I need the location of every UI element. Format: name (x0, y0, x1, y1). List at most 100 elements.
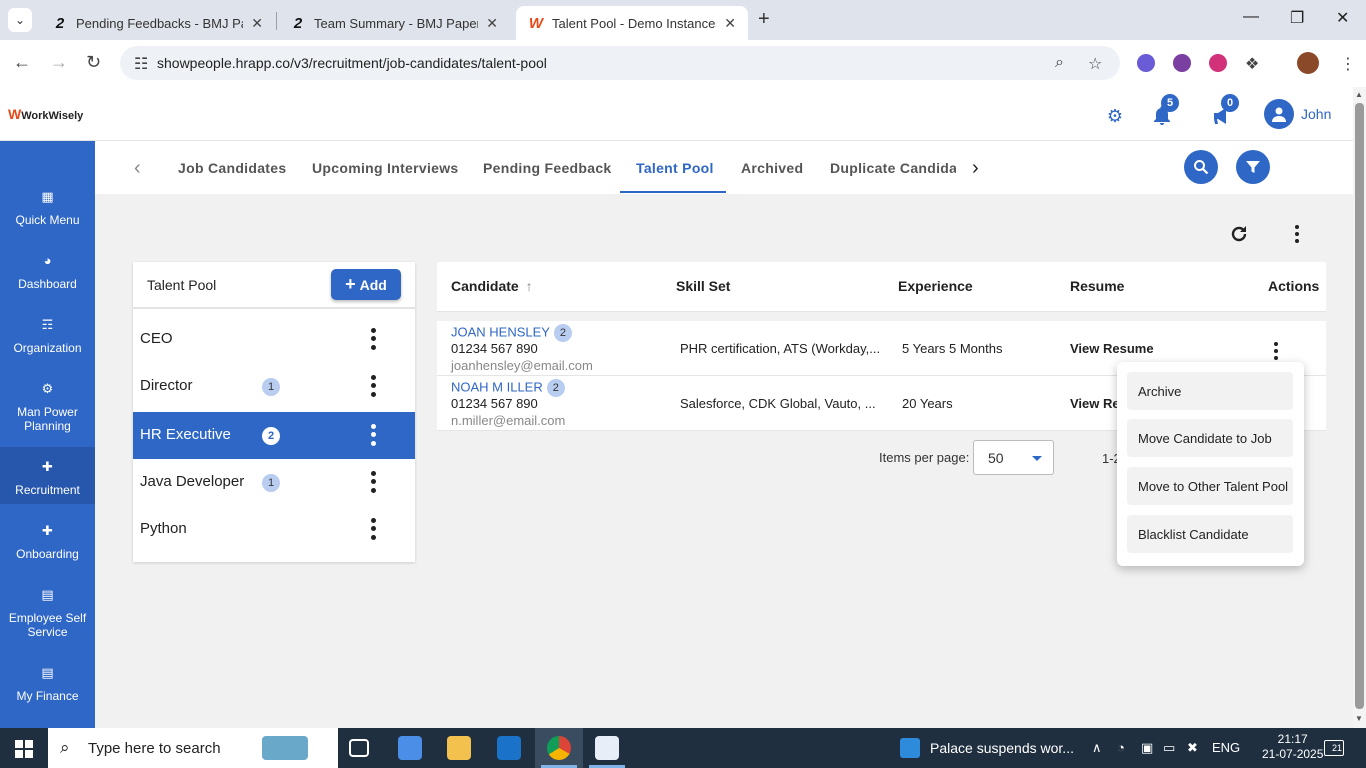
scroll-up-icon[interactable]: ▲ (1355, 90, 1363, 99)
reload-icon[interactable]: ↻ (86, 52, 101, 73)
chevron-left-icon[interactable]: ‹ (134, 157, 141, 180)
extension-icon[interactable] (1173, 54, 1191, 72)
window-close-icon[interactable]: ✕ (1336, 8, 1349, 28)
notification-center-icon[interactable]: 21 (1324, 740, 1344, 756)
copilot-icon[interactable] (398, 736, 422, 760)
tab-duplicate-candidates[interactable]: Duplicate Candidat (830, 160, 956, 176)
menu-item-blacklist[interactable]: Blacklist Candidate (1127, 515, 1293, 553)
sidebar-item-quick-menu[interactable]: ▦ Quick Menu (0, 189, 95, 228)
volume-muted-icon[interactable]: ✖ (1187, 740, 1198, 756)
windows-start-icon[interactable] (15, 740, 33, 758)
pool-kebab-icon[interactable] (367, 469, 379, 495)
maximize-icon[interactable]: ❐ (1290, 8, 1304, 28)
taskbar-clock[interactable]: 21:17 21-07-2025 (1262, 732, 1323, 762)
pool-kebab-icon[interactable] (367, 373, 379, 399)
settings-gears-icon[interactable]: ⚙ (1103, 104, 1127, 128)
pool-item-director[interactable]: Director 1 (133, 363, 415, 410)
sidebar-item-employee-self-service[interactable]: ▤ Employee Self Service (0, 587, 95, 640)
scroll-down-icon[interactable]: ▼ (1355, 714, 1363, 723)
browser-tab-talent-pool[interactable]: W Talent Pool - Demo Instances | H ✕ (516, 6, 748, 40)
tab-pending-feedback[interactable]: Pending Feedback (483, 160, 612, 176)
close-icon[interactable]: ✕ (724, 15, 736, 32)
url-text[interactable]: showpeople.hrapp.co/v3/recruitment/job-c… (157, 55, 547, 71)
close-icon[interactable]: ✕ (486, 15, 498, 32)
pool-kebab-icon[interactable] (367, 516, 379, 542)
puzzle-icon[interactable]: ❖ (1245, 54, 1259, 74)
tab-job-candidates[interactable]: Job Candidates (178, 160, 286, 176)
tab-separator (276, 12, 277, 30)
browser-tab-team-summary[interactable]: 2 Team Summary - BMJ Paperpac ✕ (278, 6, 510, 40)
file-explorer-icon[interactable] (447, 736, 471, 760)
view-resume-link[interactable]: View Re (1070, 396, 1120, 411)
browser-menu-icon[interactable]: ⋮ (1340, 54, 1356, 74)
minimize-icon[interactable]: — (1243, 8, 1259, 26)
chrome-icon[interactable] (547, 736, 571, 760)
refresh-button[interactable] (1229, 224, 1249, 250)
extension-icon[interactable] (1137, 54, 1155, 72)
pool-item-python[interactable]: Python (133, 506, 415, 553)
device-icon[interactable]: ▣ (1141, 740, 1153, 756)
app-logo[interactable]: WWorkWisely (8, 106, 83, 122)
sidebar-item-my-finance[interactable]: ▤ My Finance (0, 665, 95, 704)
close-icon[interactable]: ✕ (251, 15, 263, 32)
forward-arrow-icon[interactable]: → (50, 52, 68, 73)
menu-item-move-to-job[interactable]: Move Candidate to Job (1127, 419, 1293, 457)
tab-list-chevron-icon[interactable]: ⌄ (8, 8, 32, 32)
row-actions-kebab-icon[interactable] (1272, 341, 1280, 361)
pool-item-hr-executive[interactable]: HR Executive 2 (133, 412, 415, 459)
search-button[interactable] (1184, 150, 1218, 184)
filter-button[interactable] (1236, 150, 1270, 184)
zoom-icon[interactable]: ⌕ (1055, 54, 1064, 72)
sidebar-item-dashboard[interactable]: ◕ Dashboard (0, 253, 95, 292)
user-avatar[interactable] (1264, 99, 1294, 129)
profile-avatar[interactable] (1297, 52, 1319, 74)
pool-kebab-icon[interactable] (367, 326, 379, 352)
network-icon[interactable]: ◔ (1117, 740, 1125, 755)
back-arrow-icon[interactable]: ← (13, 52, 31, 73)
candidate-name-link[interactable]: JOAN HENSLEY 2 (451, 324, 572, 342)
travel-widget-icon[interactable] (262, 736, 308, 760)
column-header-candidate[interactable]: Candidate ↑ (451, 278, 533, 294)
taskbar-search-placeholder[interactable]: Type here to search (88, 740, 221, 757)
sidebar-item-recruitment[interactable]: ✚ Recruitment (0, 447, 95, 504)
items-per-page-select[interactable]: 50 (973, 440, 1054, 475)
pool-item-java-developer[interactable]: Java Developer 1 (133, 459, 415, 506)
bookmark-star-icon[interactable]: ☆ (1088, 54, 1102, 74)
add-pool-button[interactable]: + Add (331, 269, 401, 300)
candidate-name-link[interactable]: NOAH M ILLER 2 (451, 379, 565, 397)
cloud-app-icon[interactable] (595, 736, 619, 760)
sort-arrow-up-icon[interactable]: ↑ (526, 278, 533, 294)
tab-upcoming-interviews[interactable]: Upcoming Interviews (312, 160, 459, 176)
candidate-skills: PHR certification, ATS (Workday,... (680, 341, 881, 356)
announcement-count-badge: 0 (1221, 94, 1239, 112)
menu-item-archive[interactable]: Archive (1127, 372, 1293, 410)
site-info-icon[interactable]: ☷ (134, 54, 148, 74)
scroll-thumb[interactable] (1355, 103, 1364, 709)
sidebar-item-onboarding[interactable]: ✚ Onboarding (0, 523, 95, 562)
sidebar-item-organization[interactable]: ☶ Organization (0, 317, 95, 356)
task-view-icon[interactable] (349, 739, 369, 757)
page-scrollbar[interactable]: ▲ ▼ (1353, 87, 1366, 728)
user-name[interactable]: John (1301, 106, 1331, 122)
new-tab-plus-icon[interactable]: + (758, 8, 770, 31)
more-options-button[interactable] (1289, 224, 1305, 250)
outlook-icon[interactable] (497, 736, 521, 760)
chevron-right-icon[interactable]: › (972, 157, 979, 180)
pool-kebab-icon[interactable] (367, 422, 379, 448)
notification-count-badge: 5 (1161, 94, 1179, 112)
news-headline[interactable]: Palace suspends wor... (930, 740, 1074, 756)
browser-tab-pending-feedbacks[interactable]: 2 Pending Feedbacks - BMJ Paper ✕ (40, 6, 275, 40)
tab-talent-pool[interactable]: Talent Pool (636, 160, 714, 176)
candidate-experience: 20 Years (902, 396, 953, 411)
news-icon[interactable] (900, 738, 920, 758)
language-indicator[interactable]: ENG (1212, 740, 1240, 755)
tab-archived[interactable]: Archived (741, 160, 803, 176)
active-tab-underline (620, 191, 726, 193)
chevron-up-icon[interactable]: ∧ (1092, 740, 1102, 756)
view-resume-link[interactable]: View Resume (1070, 341, 1154, 356)
battery-icon[interactable]: ▭ (1163, 740, 1175, 756)
sidebar-item-man-power-planning[interactable]: ⚙ Man Power Planning (0, 381, 95, 434)
menu-item-move-to-other-pool[interactable]: Move to Other Talent Pool (1127, 467, 1293, 505)
extension-icon[interactable] (1209, 54, 1227, 72)
pool-item-ceo[interactable]: CEO (133, 316, 415, 363)
